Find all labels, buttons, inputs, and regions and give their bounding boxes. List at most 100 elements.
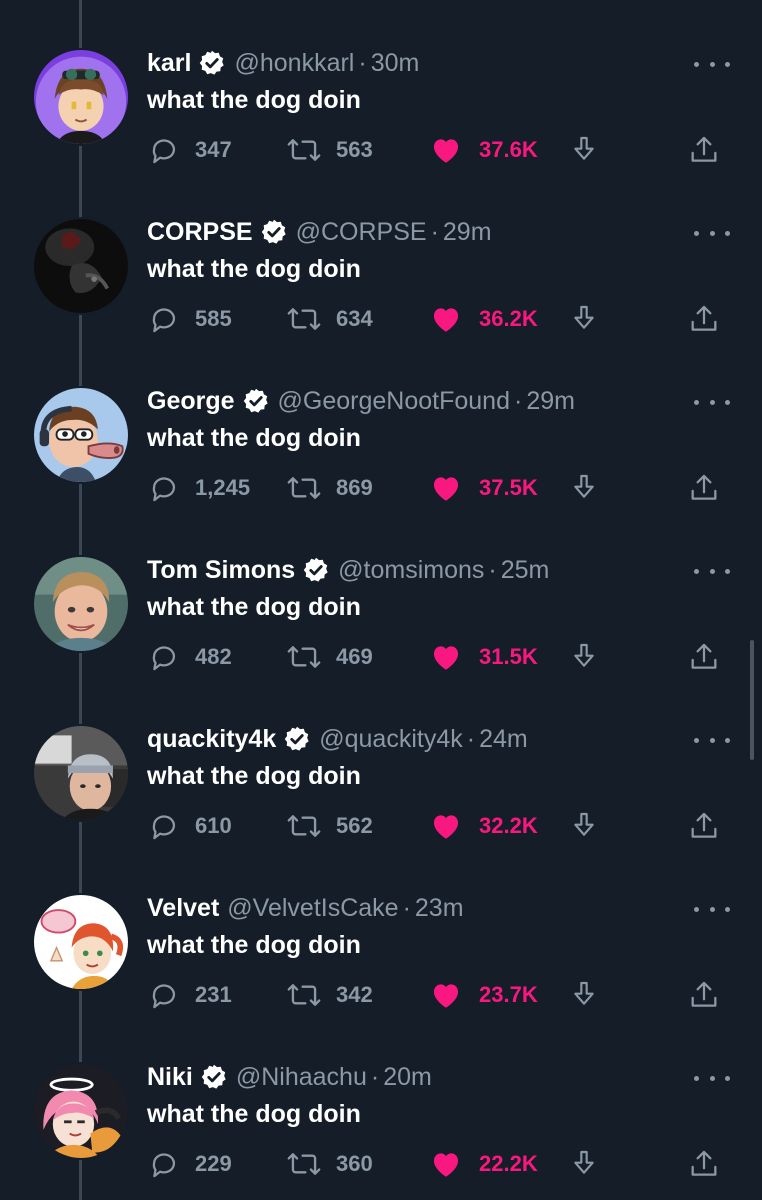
reply-button[interactable]: 229: [147, 1142, 232, 1186]
tweet[interactable]: quackity4k @quackity4k · 24m what the do…: [0, 676, 762, 845]
reply-count: 610: [195, 813, 232, 838]
like-button[interactable]: 22.2K: [429, 1142, 538, 1186]
retweet-icon: [287, 1153, 321, 1175]
share-button[interactable]: [687, 973, 721, 1017]
share-icon: [691, 812, 717, 838]
timestamp[interactable]: 30m: [371, 49, 420, 78]
like-button[interactable]: 32.2K: [429, 804, 538, 848]
more-options-icon[interactable]: [694, 565, 730, 577]
more-options-icon[interactable]: [694, 396, 730, 408]
timestamp[interactable]: 29m: [526, 387, 575, 416]
reply-button[interactable]: 610: [147, 804, 232, 848]
retweet-button[interactable]: 469: [286, 635, 373, 679]
handle[interactable]: @Nihaachu: [236, 1063, 367, 1092]
tweet[interactable]: CORPSE @CORPSE · 29m what the dog doin 5…: [0, 169, 762, 338]
display-name[interactable]: George: [147, 387, 235, 416]
download-button[interactable]: [568, 466, 600, 510]
handle[interactable]: @quackity4k: [319, 725, 463, 754]
more-options-icon[interactable]: [694, 1072, 730, 1084]
like-button[interactable]: 37.6K: [429, 128, 538, 172]
reply-button[interactable]: 347: [147, 128, 232, 172]
display-name[interactable]: Niki: [147, 1063, 193, 1092]
share-button[interactable]: [687, 128, 721, 172]
tweet-header: Velvet @VelvetIsCake · 23m: [147, 893, 464, 923]
retweet-button[interactable]: 869: [286, 466, 373, 510]
avatar-velvet: [34, 895, 128, 989]
retweet-button[interactable]: 360: [286, 1142, 373, 1186]
retweet-button[interactable]: 634: [286, 297, 373, 341]
reply-icon: [152, 308, 176, 333]
download-button[interactable]: [568, 973, 600, 1017]
avatar[interactable]: [32, 1062, 130, 1160]
avatar-tom-simons: [34, 557, 128, 651]
verified-badge-icon: [198, 49, 226, 77]
like-icon: [433, 139, 459, 163]
tweet-text: what the dog doin: [147, 424, 361, 452]
share-icon: [691, 305, 717, 331]
avatar[interactable]: [32, 555, 130, 653]
tweet[interactable]: Tom Simons @tomsimons · 25m what the dog…: [0, 507, 762, 676]
tweet[interactable]: Niki @Nihaachu · 20m what the dog doin 2…: [0, 1014, 762, 1183]
like-button[interactable]: 31.5K: [429, 635, 538, 679]
reply-button[interactable]: 482: [147, 635, 232, 679]
like-count: 32.2K: [479, 813, 538, 838]
share-icon: [691, 981, 717, 1007]
reply-button[interactable]: 231: [147, 973, 232, 1017]
display-name[interactable]: Tom Simons: [147, 556, 295, 585]
tweet[interactable]: karl @honkkarl · 30m what the dog doin 3…: [0, 0, 762, 169]
more-options-icon[interactable]: [694, 227, 730, 239]
scrollbar[interactable]: [750, 640, 754, 760]
handle[interactable]: @GeorgeNootFound: [278, 387, 510, 416]
share-button[interactable]: [687, 466, 721, 510]
tweet-header: CORPSE @CORPSE · 29m: [147, 217, 492, 247]
tweet[interactable]: Velvet @VelvetIsCake · 23m what the dog …: [0, 845, 762, 1014]
more-options-icon[interactable]: [694, 58, 730, 70]
more-options-icon[interactable]: [694, 903, 730, 915]
timestamp[interactable]: 23m: [415, 894, 464, 923]
handle[interactable]: @tomsimons: [338, 556, 484, 585]
share-button[interactable]: [687, 297, 721, 341]
timestamp[interactable]: 29m: [443, 218, 492, 247]
share-icon: [691, 136, 717, 162]
retweet-button[interactable]: 342: [286, 973, 373, 1017]
reply-button[interactable]: 585: [147, 297, 232, 341]
timestamp[interactable]: 20m: [383, 1063, 432, 1092]
like-button[interactable]: 23.7K: [429, 973, 538, 1017]
more-options-icon[interactable]: [694, 734, 730, 746]
like-count: 36.2K: [479, 306, 538, 331]
download-button[interactable]: [568, 804, 600, 848]
share-button[interactable]: [687, 1142, 721, 1186]
like-button[interactable]: 37.5K: [429, 466, 538, 510]
display-name[interactable]: quackity4k: [147, 725, 276, 754]
handle[interactable]: @honkkarl: [234, 49, 354, 78]
retweet-button[interactable]: 562: [286, 804, 373, 848]
tweet[interactable]: George @GeorgeNootFound · 29m what the d…: [0, 338, 762, 507]
download-button[interactable]: [568, 1142, 600, 1186]
download-button[interactable]: [568, 635, 600, 679]
avatar[interactable]: [32, 724, 130, 822]
handle[interactable]: @VelvetIsCake: [227, 894, 398, 923]
like-icon: [433, 477, 459, 501]
display-name[interactable]: karl: [147, 49, 191, 78]
like-button[interactable]: 36.2K: [429, 297, 538, 341]
share-button[interactable]: [687, 804, 721, 848]
action-bar: 229 360 22.2K: [147, 1142, 737, 1186]
download-button[interactable]: [568, 128, 600, 172]
avatar[interactable]: [32, 217, 130, 315]
share-button[interactable]: [687, 635, 721, 679]
handle[interactable]: @CORPSE: [296, 218, 427, 247]
retweet-button[interactable]: 563: [286, 128, 373, 172]
reply-count: 1,245: [195, 475, 251, 500]
avatar[interactable]: [32, 386, 130, 484]
retweet-icon: [287, 646, 321, 668]
timestamp[interactable]: 25m: [501, 556, 550, 585]
download-icon: [574, 643, 594, 667]
avatar[interactable]: [32, 48, 130, 146]
download-button[interactable]: [568, 297, 600, 341]
timestamp[interactable]: 24m: [479, 725, 528, 754]
display-name[interactable]: CORPSE: [147, 218, 253, 247]
avatar[interactable]: [32, 893, 130, 991]
reply-button[interactable]: 1,245: [147, 466, 250, 510]
retweet-count: 360: [336, 1151, 373, 1176]
display-name[interactable]: Velvet: [147, 894, 219, 923]
